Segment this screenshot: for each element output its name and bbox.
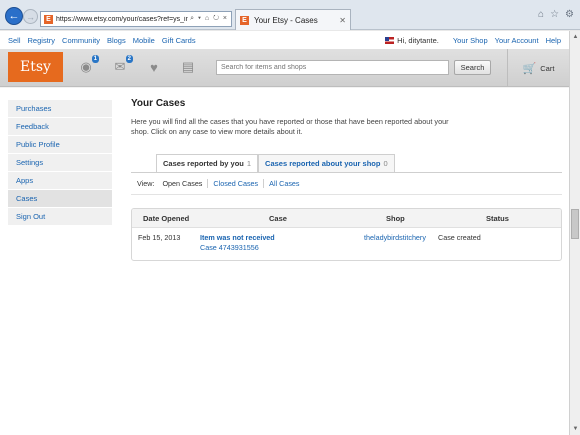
sidebar-item-cases[interactable]: Cases [8,190,112,208]
link-your-account[interactable]: Your Account [495,36,539,45]
etsy-logo[interactable]: Etsy [8,52,63,82]
messages-icon[interactable]: ✉ 2 [112,55,133,74]
main-panel: Your Cases Here you will find all the ca… [131,98,563,261]
scroll-down-icon[interactable]: ▼ [571,424,580,434]
top-links-bar: Sell Registry Community Blogs Mobile Gif… [0,31,569,49]
browser-toolbar: ← → E https://www.etsy.com/your/cases?re… [0,0,580,30]
scroll-up-icon[interactable]: ▲ [571,32,580,42]
home-icon[interactable]: ⌂ [538,9,544,20]
sidebar-item-feedback[interactable]: Feedback [8,118,112,136]
header-status: Status [486,214,509,223]
tabs-divider [131,172,562,173]
sidebar-item-apps[interactable]: Apps [8,172,112,190]
address-bar[interactable]: E https://www.etsy.com/your/cases?ref=ys… [40,11,232,27]
shop-icon[interactable]: ▤ [180,59,196,74]
gear-icon[interactable]: ⚙ [565,9,574,20]
tab-count: 0 [383,159,388,168]
case-number-link[interactable]: Case 4743931556 [200,243,259,252]
star-icon[interactable]: ☆ [550,9,559,20]
tab-label: Cases reported about your shop [265,159,381,168]
link-community[interactable]: Community [62,36,100,45]
header-date-opened: Date Opened [143,214,190,223]
header-shop: Shop [386,214,405,223]
account-sidebar: Purchases Feedback Public Profile Settin… [8,100,112,226]
link-mobile[interactable]: Mobile [133,36,155,45]
heart-icon[interactable]: ♥ [146,60,162,75]
table-header: Date Opened Case Shop Status [132,209,561,228]
sidebar-item-public-profile[interactable]: Public Profile [8,136,112,154]
filter-all-cases[interactable]: All Cases [269,179,304,188]
page-viewport: Sell Registry Community Blogs Mobile Gif… [0,31,569,435]
tab-cases-reported-by-you[interactable]: Cases reported by you 1 [156,154,259,172]
etsy-favicon-icon: E [44,14,53,24]
link-help[interactable]: Help [546,36,561,45]
address-bar-tools[interactable]: ⌕ ▾ ⌂ ↻ × [190,15,228,23]
filters-divider [131,194,562,195]
activity-badge: 1 [91,55,99,63]
filter-label: View: [137,179,155,188]
etsy-favicon-icon: E [240,15,249,25]
case-title-link[interactable]: Item was not received [200,233,275,242]
shop-link[interactable]: theladybirdstitchery [364,233,426,242]
flag-icon [385,36,395,44]
sidebar-item-sign-out[interactable]: Sign Out [8,208,112,226]
cart-label: Cart [540,63,555,73]
case-filters: View: Open Cases Closed Cases All Cases [137,179,310,188]
cart-button[interactable]: 🛒 Cart [507,49,569,87]
scroll-thumb[interactable] [571,209,579,239]
sidebar-item-settings[interactable]: Settings [8,154,112,172]
messages-badge: 2 [125,55,133,63]
forward-arrow-icon[interactable]: → [23,9,38,24]
link-blogs[interactable]: Blogs [107,36,126,45]
page-scrollbar[interactable]: ▲ ▼ [569,31,580,435]
link-your-shop[interactable]: Your Shop [453,36,488,45]
cases-table: Date Opened Case Shop Status Feb 15, 201… [131,208,562,261]
browser-tab[interactable]: E Your Etsy - Cases ✕ [235,9,351,30]
tab-cases-about-your-shop[interactable]: Cases reported about your shop 0 [258,154,395,172]
case-date: Feb 15, 2013 [138,233,181,242]
link-registry[interactable]: Registry [28,36,56,45]
back-arrow-icon[interactable]: ← [5,7,23,25]
user-greeting: Hi, ditytante. [397,35,439,45]
cart-icon: 🛒 [522,62,537,75]
tab-title: Your Etsy - Cases [254,15,318,25]
case-status: Case created [438,233,481,242]
intro-text: Here you will find all the cases that yo… [131,117,449,136]
close-icon[interactable]: ✕ [339,16,346,25]
tab-label: Cases reported by you [163,159,244,168]
page-title: Your Cases [131,98,186,109]
case-tabs: Cases reported by you 1 Cases reported a… [156,154,395,172]
sidebar-item-purchases[interactable]: Purchases [8,100,112,118]
table-row[interactable]: Feb 15, 2013 Item was not received Case … [132,228,561,260]
filter-closed-cases[interactable]: Closed Cases [213,179,265,188]
link-gift-cards[interactable]: Gift Cards [162,36,196,45]
search-input[interactable] [216,60,449,75]
content-area: Purchases Feedback Public Profile Settin… [0,88,569,435]
search-button[interactable]: Search [454,60,491,75]
link-sell[interactable]: Sell [8,36,21,45]
url-text[interactable]: https://www.etsy.com/your/cases?ref=ys_i… [56,16,188,23]
site-header: Etsy ◉1 ✉2 ♥ ▤ Search 🛒 Cart [0,49,569,87]
filter-open-cases[interactable]: Open Cases [162,179,209,188]
activity-icon[interactable]: ◉ 1 [78,55,99,74]
tab-count: 1 [246,159,252,168]
header-case: Case [269,214,287,223]
